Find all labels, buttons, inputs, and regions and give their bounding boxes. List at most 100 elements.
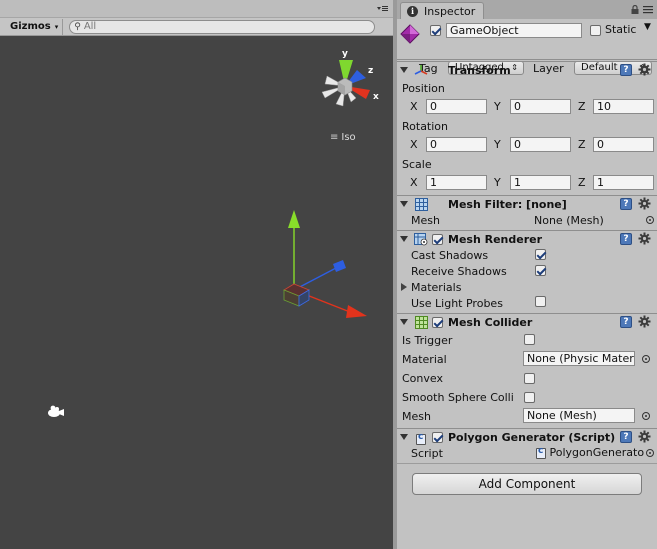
scale-y-field[interactable]: 1 (510, 175, 571, 190)
is-trigger-label: Is Trigger (402, 334, 453, 347)
camera-icon[interactable] (48, 405, 64, 417)
mesh-filter-mesh-label: Mesh (411, 214, 440, 227)
script-field[interactable]: PolygonGenerato (536, 446, 644, 460)
mesh-renderer-icon (414, 233, 428, 246)
help-icon[interactable]: ? (620, 316, 632, 328)
object-picker-icon[interactable] (642, 355, 650, 363)
gameobject-name-field[interactable]: GameObject (446, 23, 582, 38)
chevron-down-icon: ▾ (54, 22, 59, 31)
gear-icon[interactable] (638, 315, 651, 328)
projection-toggle[interactable]: ≡ Iso (330, 132, 356, 143)
gameobject-header: GameObject Static ▼ Tag Untagged ⇕ Layer… (397, 19, 657, 75)
material-field[interactable]: None (Physic Mater (523, 351, 635, 366)
script-value: PolygonGenerato (549, 446, 645, 459)
mesh-filter-mesh-value[interactable]: None (Mesh) (534, 214, 604, 227)
receive-shadows-checkbox[interactable] (535, 265, 546, 276)
help-icon[interactable]: ? (620, 198, 632, 210)
y-axis-arrow-icon (288, 210, 300, 228)
transform-icon (414, 65, 428, 75)
rotation-y-field[interactable]: 0 (510, 137, 571, 152)
gear-icon[interactable] (638, 430, 651, 443)
collider-mesh-field[interactable]: None (Mesh) (523, 408, 635, 423)
scale-z-label: Z (578, 176, 586, 189)
polygon-generator-title: Polygon Generator (Script) (448, 431, 616, 444)
is-trigger-checkbox[interactable] (524, 334, 535, 345)
static-dropdown-arrow-icon[interactable]: ▼ (644, 22, 651, 32)
search-placeholder: All (83, 21, 97, 32)
polygon-generator-header[interactable]: Polygon Generator (Script) ? (397, 428, 657, 446)
gear-icon[interactable] (638, 232, 651, 245)
convex-checkbox[interactable] (524, 373, 535, 384)
lock-icon[interactable] (631, 5, 639, 14)
mesh-collider-header[interactable]: Mesh Collider ? (397, 313, 657, 331)
scale-z-field[interactable]: 1 (593, 175, 654, 190)
rotation-z-field[interactable]: 0 (593, 137, 654, 152)
position-label: Position (402, 82, 445, 95)
help-icon[interactable]: ? (620, 64, 632, 76)
mesh-renderer-header[interactable]: Mesh Renderer ? (397, 230, 657, 248)
mesh-filter-header[interactable]: Mesh Filter: [none] ? (397, 195, 657, 213)
position-z-label: Z (578, 100, 586, 113)
hamburger-icon: ≡ (330, 132, 339, 143)
mesh-renderer-title: Mesh Renderer (448, 233, 543, 246)
foldout-closed-icon[interactable] (401, 283, 407, 291)
material-label: Material (402, 353, 447, 366)
mesh-renderer-enabled-checkbox[interactable] (432, 234, 443, 245)
mesh-collider-enabled-checkbox[interactable] (432, 317, 443, 328)
position-y-field[interactable]: 0 (510, 99, 571, 114)
scene-orientation-gizmo[interactable]: y z x (321, 49, 379, 107)
tab-inspector-label: Inspector (424, 4, 476, 18)
foldout-open-icon[interactable] (400, 236, 408, 242)
gizmos-dropdown[interactable]: Gizmos ▾ (6, 18, 64, 35)
convex-label: Convex (402, 372, 443, 385)
cast-shadows-checkbox[interactable] (535, 249, 546, 260)
search-icon: ⚲ (74, 21, 81, 32)
smooth-sphere-checkbox[interactable] (524, 392, 535, 403)
foldout-open-icon[interactable] (400, 319, 408, 325)
help-icon[interactable]: ? (620, 431, 632, 443)
mesh-filter-icon (415, 198, 428, 211)
gizmos-label: Gizmos (10, 21, 51, 32)
transform-header[interactable]: Transform ? (397, 61, 657, 79)
scene-search-input[interactable]: ⚲ All (69, 19, 376, 34)
tab-inspector[interactable]: i Inspector (400, 2, 484, 19)
axis-x-label: x (373, 92, 379, 102)
object-picker-icon[interactable] (646, 216, 654, 224)
mesh-filter-title: Mesh Filter: [none] (448, 198, 567, 211)
gear-icon[interactable] (638, 63, 651, 76)
panel-menu-icon[interactable] (375, 4, 389, 14)
position-z-field[interactable]: 10 (593, 99, 654, 114)
move-tool-gizmo[interactable] (283, 210, 367, 318)
gear-icon[interactable] (638, 197, 651, 210)
rotation-x-label: X (410, 138, 418, 151)
scene-view[interactable]: y z x Gizmos ▾ ⚲ All ≡ Iso (0, 0, 393, 549)
add-component-button[interactable]: Add Component (412, 473, 642, 495)
script-icon (416, 432, 426, 445)
use-light-probes-label: Use Light Probes (411, 297, 503, 310)
scale-x-label: X (410, 176, 418, 189)
static-checkbox[interactable] (590, 25, 601, 36)
polygon-generator-enabled-checkbox[interactable] (432, 432, 443, 443)
position-x-field[interactable]: 0 (426, 99, 487, 114)
foldout-open-icon[interactable] (400, 201, 408, 207)
foldout-open-icon[interactable] (400, 434, 408, 440)
active-checkbox[interactable] (430, 25, 441, 36)
collider-mesh-label: Mesh (402, 410, 431, 423)
use-light-probes-checkbox[interactable] (535, 296, 546, 307)
help-icon[interactable]: ? (620, 233, 632, 245)
rotation-x-field[interactable]: 0 (426, 137, 487, 152)
materials-label[interactable]: Materials (411, 281, 461, 294)
scale-x-field[interactable]: 1 (426, 175, 487, 190)
scene-canvas[interactable]: y z x (0, 0, 393, 549)
foldout-open-icon[interactable] (400, 67, 408, 73)
divider (397, 463, 657, 464)
object-picker-icon[interactable] (646, 449, 654, 457)
projection-label: Iso (341, 132, 356, 143)
smooth-sphere-label: Smooth Sphere Colli (402, 391, 514, 404)
rotation-y-label: Y (494, 138, 501, 151)
object-picker-icon[interactable] (642, 412, 650, 420)
mesh-collider-title: Mesh Collider (448, 316, 533, 329)
inspector-menu-icon[interactable] (643, 6, 653, 14)
scene-tab-bar (0, 0, 393, 18)
scale-y-label: Y (494, 176, 501, 189)
